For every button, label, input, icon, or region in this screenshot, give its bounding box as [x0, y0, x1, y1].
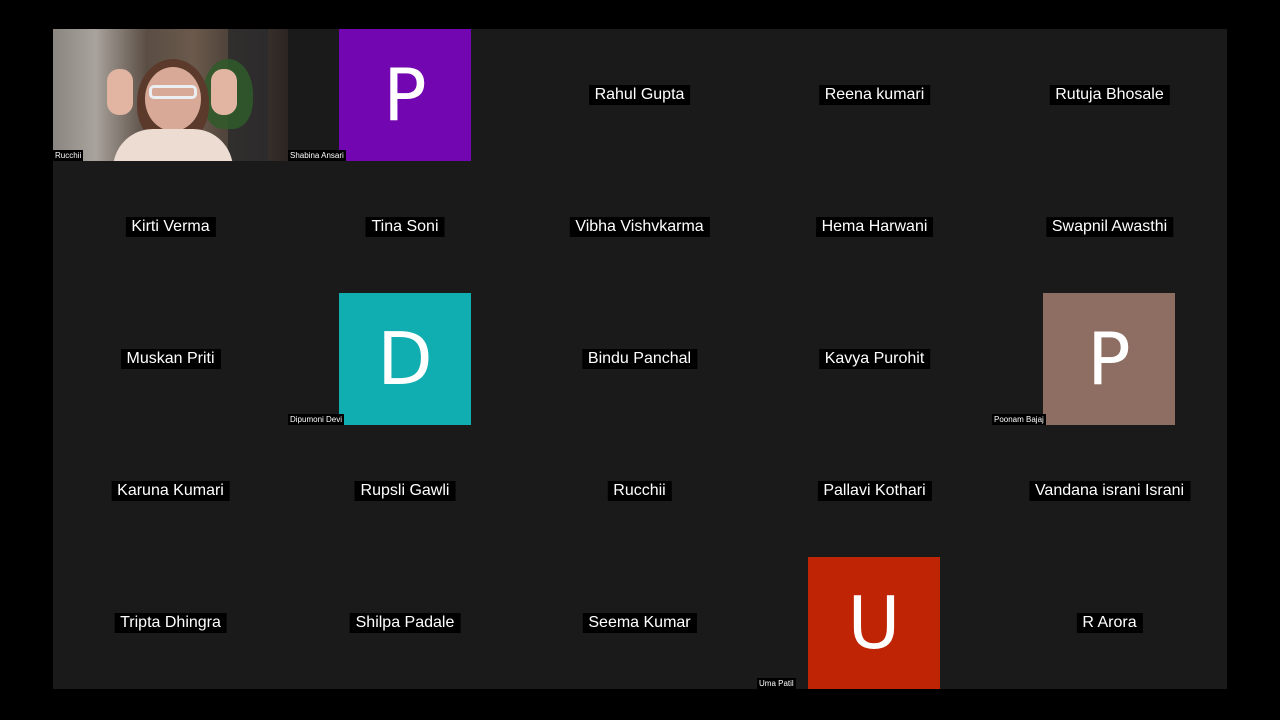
- participant-tile[interactable]: Muskan Priti: [53, 293, 288, 425]
- participant-tile[interactable]: Seema Kumar: [522, 557, 757, 689]
- participant-name-label: Tina Soni: [365, 217, 445, 237]
- avatar: U: [808, 557, 940, 689]
- participant-name-label: Vibha Vishvkarma: [569, 217, 710, 237]
- participant-name-label: Shilpa Padale: [349, 613, 461, 633]
- participant-tile[interactable]: Swapnil Awasthi: [992, 161, 1227, 293]
- participant-name-label: Rucchii: [607, 481, 672, 501]
- participant-name-label: R Arora: [1076, 613, 1143, 633]
- participant-name-label: Karuna Kumari: [111, 481, 230, 501]
- participant-tile[interactable]: Rutuja Bhosale: [992, 29, 1227, 161]
- participant-tile[interactable]: R Arora: [992, 557, 1227, 689]
- participant-tile-avatar[interactable]: D Dipumoni Devi: [288, 293, 522, 425]
- participant-name-label: Kirti Verma: [125, 217, 216, 237]
- participant-name-label: Dipumoni Devi: [288, 414, 345, 425]
- participant-tile[interactable]: Tina Soni: [288, 161, 522, 293]
- participant-tile[interactable]: Vibha Vishvkarma: [522, 161, 757, 293]
- participant-name-label: Bindu Panchal: [581, 349, 698, 369]
- participant-name-label: Pallavi Kothari: [817, 481, 932, 501]
- participant-name-label: Muskan Priti: [120, 349, 221, 369]
- participant-name-label: Hema Harwani: [815, 217, 934, 237]
- participant-tile[interactable]: Shilpa Padale: [288, 557, 522, 689]
- participant-name-label: Seema Kumar: [582, 613, 697, 633]
- participant-name-label: Reena kumari: [818, 85, 931, 105]
- participant-tile[interactable]: Rupsli Gawli: [288, 425, 522, 557]
- participant-name-label: Rahul Gupta: [588, 85, 691, 105]
- avatar-letter: P: [383, 53, 427, 137]
- avatar-letter: U: [847, 581, 901, 665]
- participant-name-label: Swapnil Awasthi: [1045, 217, 1174, 237]
- participant-video: [53, 29, 288, 161]
- participant-tile-video[interactable]: Rucchii: [53, 29, 288, 161]
- participant-tile[interactable]: Pallavi Kothari: [757, 425, 992, 557]
- participant-tile[interactable]: Rucchii: [522, 425, 757, 557]
- avatar: P: [339, 29, 471, 161]
- participant-tile[interactable]: Vandana israni Israni: [992, 425, 1227, 557]
- avatar: D: [339, 293, 471, 425]
- participant-tile[interactable]: Kirti Verma: [53, 161, 288, 293]
- participant-tile[interactable]: Rahul Gupta: [522, 29, 757, 161]
- avatar-letter: P: [1087, 317, 1131, 401]
- avatar-letter: D: [377, 317, 433, 401]
- participant-tile[interactable]: Hema Harwani: [757, 161, 992, 293]
- participant-grid: Rucchii P Shabina Ansari Rahul Gupta Ree…: [53, 29, 1227, 689]
- participant-tile-avatar[interactable]: P Shabina Ansari: [288, 29, 522, 161]
- participant-name-label: Rucchii: [53, 150, 84, 161]
- participant-name-label: Rutuja Bhosale: [1049, 85, 1170, 105]
- participant-name-label: Shabina Ansari: [288, 150, 346, 161]
- participant-tile-avatar[interactable]: P Poonam Bajaj: [992, 293, 1227, 425]
- participant-tile[interactable]: Reena kumari: [757, 29, 992, 161]
- participant-tile[interactable]: Tripta Dhingra: [53, 557, 288, 689]
- participant-name-label: Uma Patil: [757, 678, 796, 689]
- participant-name-label: Poonam Bajaj: [992, 414, 1046, 425]
- participant-name-label: Rupsli Gawli: [354, 481, 456, 501]
- participant-tile-avatar[interactable]: U Uma Patil: [757, 557, 992, 689]
- participant-tile[interactable]: Kavya Purohit: [757, 293, 992, 425]
- participant-name-label: Tripta Dhingra: [114, 613, 227, 633]
- participant-name-label: Vandana israni Israni: [1028, 481, 1191, 501]
- participant-name-label: Kavya Purohit: [818, 349, 931, 369]
- participant-tile[interactable]: Bindu Panchal: [522, 293, 757, 425]
- participant-tile[interactable]: Karuna Kumari: [53, 425, 288, 557]
- avatar: P: [1043, 293, 1175, 425]
